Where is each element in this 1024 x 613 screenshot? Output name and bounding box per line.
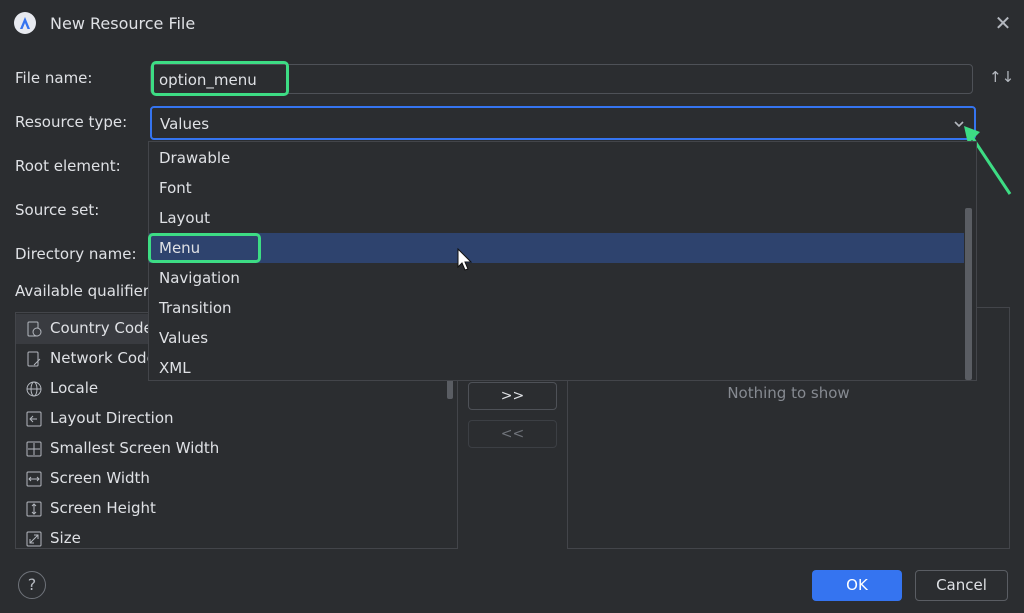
- android-studio-icon: [14, 12, 36, 34]
- available-qualifiers-label: Available qualifier: [15, 282, 150, 300]
- list-item[interactable]: Layout Direction: [16, 404, 456, 434]
- network-code-icon: [27, 351, 41, 367]
- root-element-label: Root element:: [15, 157, 121, 175]
- file-name-highlight: [151, 61, 289, 96]
- list-item[interactable]: Smallest Screen Width: [16, 434, 456, 464]
- list-item[interactable]: Size: [16, 524, 456, 554]
- dropdown-option-drawable[interactable]: Drawable: [149, 143, 964, 173]
- source-set-label: Source set:: [15, 201, 100, 219]
- dropdown-option-values[interactable]: Values: [149, 323, 964, 353]
- mouse-cursor-icon: [457, 248, 473, 271]
- resource-type-label: Resource type:: [15, 113, 128, 131]
- empty-state-text: Nothing to show: [727, 384, 850, 402]
- close-icon[interactable]: ✕: [992, 12, 1014, 34]
- screen-height-icon: [26, 501, 42, 517]
- dropdown-option-font[interactable]: Font: [149, 173, 964, 203]
- add-qualifier-button[interactable]: >>: [468, 382, 557, 410]
- layout-direction-icon: [26, 411, 42, 427]
- ok-button[interactable]: OK: [812, 570, 902, 601]
- dropdown-scrollbar[interactable]: [965, 208, 972, 380]
- dropdown-option-menu[interactable]: Menu: [149, 233, 964, 263]
- dropdown-option-xml[interactable]: XML: [149, 353, 964, 383]
- list-item[interactable]: Screen Height: [16, 494, 456, 524]
- resource-type-select[interactable]: Values: [150, 106, 976, 140]
- smallest-width-icon: [26, 441, 42, 457]
- dialog-title: New Resource File: [50, 14, 196, 33]
- menu-option-highlight: [148, 233, 261, 263]
- dropdown-option-transition[interactable]: Transition: [149, 293, 964, 323]
- remove-qualifier-button[interactable]: <<: [468, 420, 557, 448]
- sort-arrows-icon[interactable]: ↑↓: [989, 68, 1014, 90]
- dropdown-option-navigation[interactable]: Navigation: [149, 263, 964, 293]
- list-item[interactable]: Screen Width: [16, 464, 456, 494]
- resource-type-value: Values: [160, 115, 210, 133]
- screen-width-icon: [26, 471, 42, 487]
- directory-name-label: Directory name:: [15, 245, 137, 263]
- globe-icon: [26, 381, 42, 397]
- help-button[interactable]: ?: [18, 571, 46, 599]
- cancel-button[interactable]: Cancel: [915, 570, 1008, 601]
- size-icon: [26, 531, 42, 547]
- country-code-icon: [27, 321, 42, 337]
- file-name-label: File name:: [15, 69, 93, 87]
- dropdown-option-layout[interactable]: Layout: [149, 203, 964, 233]
- resource-type-dropdown[interactable]: Drawable Font Layout Menu Navigation Tra…: [148, 141, 977, 381]
